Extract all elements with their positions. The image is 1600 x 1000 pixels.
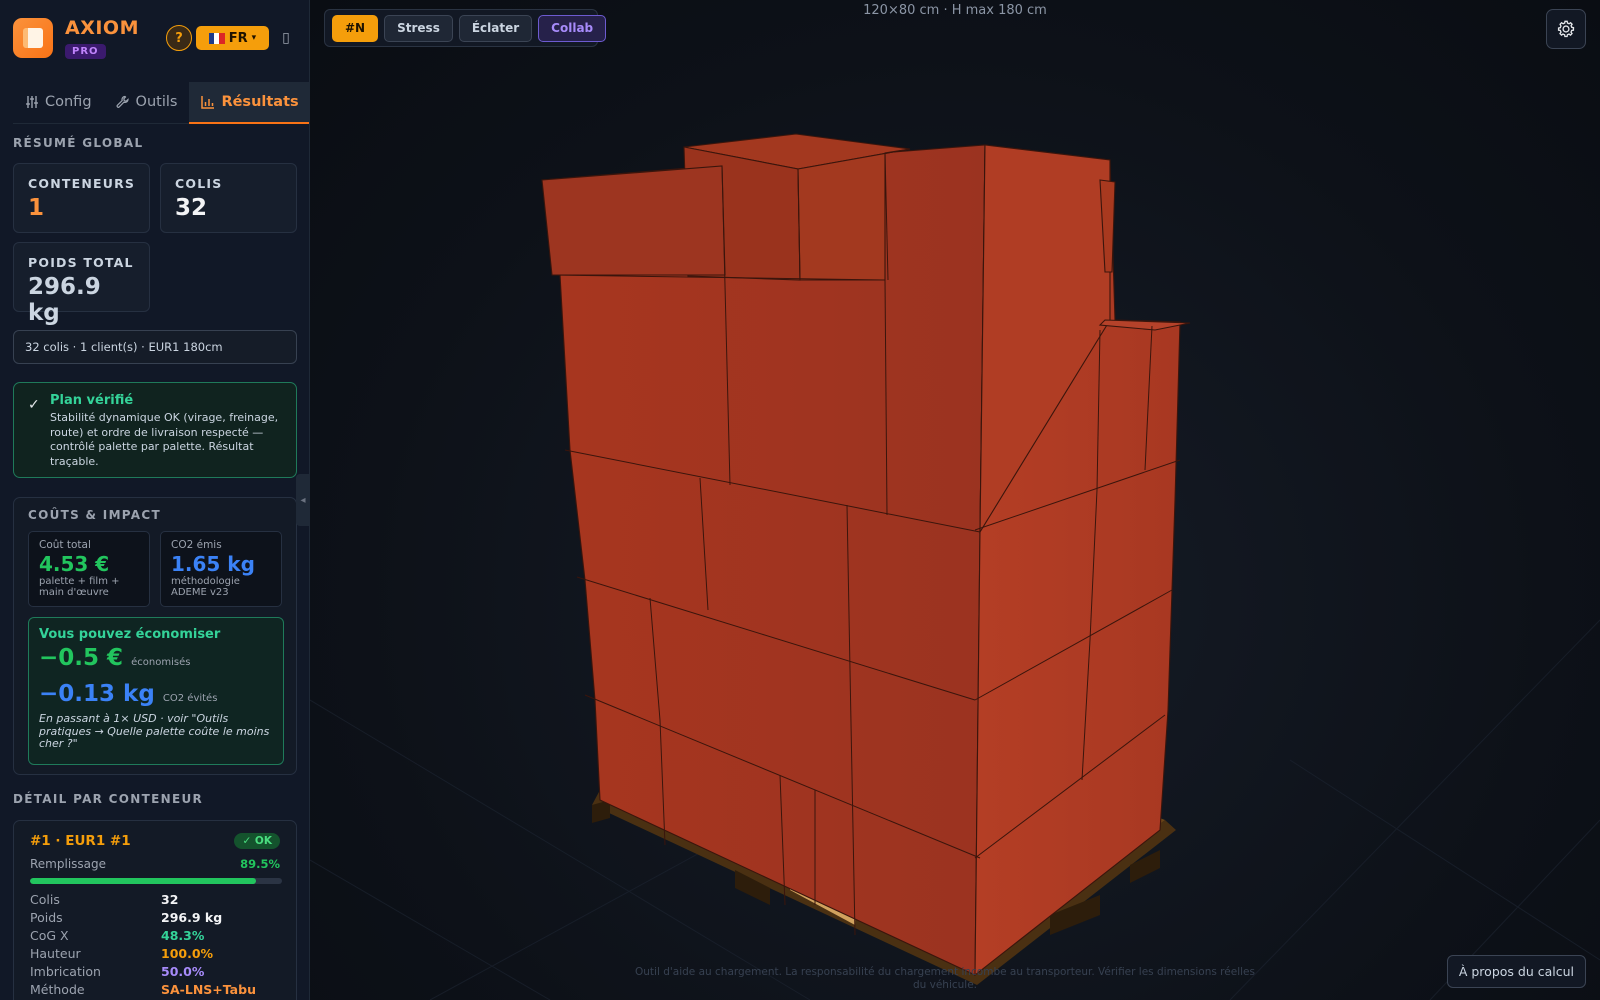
summary-title: RÉSUMÉ GLOBAL	[13, 136, 144, 150]
weight-label: POIDS TOTAL	[28, 255, 134, 270]
view-toolbar: #N Stress Éclater Collab	[324, 9, 607, 47]
3d-viewport[interactable]: 120×80 cm · H max 180 cm #N Stress Éclat…	[310, 0, 1600, 1000]
stat-value: 296.9 kg	[161, 910, 223, 925]
co2-value: 1.65 kg	[171, 552, 255, 576]
tab-config[interactable]: Config	[13, 82, 104, 122]
stat-key: Colis	[30, 892, 60, 907]
saving-co2-value: −0.13 kg	[39, 681, 155, 707]
stat-value: SA-LNS+Tabu	[161, 982, 256, 997]
stat-value: 50.0%	[161, 964, 205, 979]
containers-card: CONTENEURS 1	[13, 163, 150, 233]
status-badge: ✓ OK	[234, 833, 280, 849]
stat-value: 100.0%	[161, 946, 214, 961]
total-cost-label: Coût total	[39, 539, 91, 551]
saving-co2-unit: CO2 évités	[162, 693, 218, 704]
total-cost-card: Coût total 4.53 € palette + film + main …	[28, 531, 150, 607]
saving-eur-value: −0.5 €	[39, 645, 124, 671]
sidebar: AXIOM PRO ? FR ▾ ▯ Config Outils Résulta…	[0, 0, 310, 1000]
container-card[interactable]: #1 · EUR1 #1 ✓ OK Remplissage 89.5% Coli…	[13, 820, 297, 1000]
stat-key: Hauteur	[30, 946, 81, 961]
language-label: FR	[228, 30, 248, 46]
verified-banner: ✓ Plan vérifié Stabilité dynamique OK (v…	[13, 382, 297, 478]
chevron-down-icon: ▾	[251, 33, 257, 43]
co2-label: CO2 émis	[171, 539, 222, 551]
container-stat-row: Méthode SA-LNS+Tabu	[30, 983, 280, 997]
saving-box: Vous pouvez économiser −0.5 € économisés…	[28, 617, 284, 765]
containers-label: CONTENEURS	[28, 176, 136, 191]
stat-key: Poids	[30, 910, 63, 925]
parcels-card: COLIS 32	[160, 163, 297, 233]
parcels-value: 32	[175, 195, 208, 221]
stat-value: 48.3%	[161, 928, 205, 943]
sidebar-tabs: Config Outils Résultats	[13, 82, 309, 124]
saving-title: Vous pouvez économiser	[39, 627, 221, 642]
tab-resultats[interactable]: Résultats	[189, 82, 309, 124]
container-stat-row: Imbrication 50.0%	[30, 965, 280, 979]
stat-key: CoG X	[30, 928, 69, 943]
co2-card: CO2 émis 1.65 kg méthodologie ADEME v23	[160, 531, 282, 607]
fill-progress-bar	[30, 878, 282, 884]
more-icon[interactable]: ▯	[276, 28, 296, 48]
weight-value: 296.9 kg	[28, 274, 101, 326]
saving-note: En passant à 1× USD · voir "Outils prati…	[39, 712, 270, 750]
pallet-3d-scene[interactable]	[310, 0, 1600, 1000]
brand-name: AXIOM	[65, 17, 139, 39]
verified-title: Plan vérifié	[50, 393, 134, 408]
total-cost-value: 4.53 €	[39, 552, 110, 576]
tab-config-label: Config	[45, 94, 92, 110]
container-stat-row: Hauteur 100.0%	[30, 947, 280, 961]
costs-title: COÛTS & IMPACT	[28, 508, 161, 522]
summary-info-line: 32 colis · 1 client(s) · EUR1 180cm	[13, 330, 297, 364]
collapse-sidebar-button[interactable]: ◂	[296, 474, 309, 526]
help-button[interactable]: ?	[166, 25, 192, 51]
france-flag-icon	[208, 32, 225, 44]
container-title: #1 · EUR1 #1	[30, 833, 131, 849]
numbering-toggle-button[interactable]: #N	[332, 14, 379, 42]
container-stat-row: Colis 32	[30, 893, 280, 907]
brand: AXIOM PRO	[13, 16, 139, 60]
tab-resultats-label: Résultats	[221, 94, 299, 110]
fill-label: Remplissage	[30, 857, 107, 871]
sliders-icon	[26, 96, 38, 108]
stat-key: Méthode	[30, 982, 85, 997]
detail-title: DÉTAIL PAR CONTENEUR	[13, 792, 204, 806]
weight-card: POIDS TOTAL 296.9 kg	[13, 242, 150, 326]
wrench-icon	[116, 95, 129, 108]
tab-outils-label: Outils	[135, 94, 178, 110]
total-cost-note: palette + film + main d'œuvre	[39, 576, 120, 598]
costs-panel: COÛTS & IMPACT Coût total 4.53 € palette…	[13, 497, 297, 775]
check-icon: ✓	[28, 397, 40, 413]
container-stats: Colis 32 Poids 296.9 kg CoG X 48.3% Hauteur 100…	[30, 893, 280, 997]
containers-value: 1	[28, 195, 45, 221]
plan-badge: PRO	[65, 44, 106, 59]
tab-outils[interactable]: Outils	[104, 82, 190, 122]
saving-eur-unit: économisés	[131, 657, 191, 668]
fill-value: 89.5%	[240, 857, 280, 871]
settings-button[interactable]	[1546, 9, 1586, 49]
co2-note: méthodologie ADEME v23	[171, 576, 240, 598]
fill-progress-fill	[30, 878, 256, 884]
about-calculation-button[interactable]: À propos du calcul	[1446, 955, 1586, 988]
language-select[interactable]: FR ▾	[196, 26, 269, 50]
parcel-stack	[541, 133, 1191, 977]
verified-text: Stabilité dynamique OK (virage, freinage…	[50, 411, 279, 468]
bar-chart-icon	[201, 96, 215, 109]
explode-view-button[interactable]: Éclater	[458, 14, 533, 42]
stress-view-button[interactable]: Stress	[384, 14, 453, 42]
stat-key: Imbrication	[30, 964, 101, 979]
gear-icon	[1557, 20, 1575, 38]
collab-button[interactable]: Collab	[538, 14, 607, 42]
stat-value: 32	[161, 892, 179, 907]
container-stat-row: Poids 296.9 kg	[30, 911, 280, 925]
container-stat-row: CoG X 48.3%	[30, 929, 280, 943]
parcels-label: COLIS	[175, 176, 223, 191]
logo-icon	[13, 18, 53, 58]
disclaimer-text: Outil d'aide au chargement. La responsab…	[635, 966, 1255, 991]
